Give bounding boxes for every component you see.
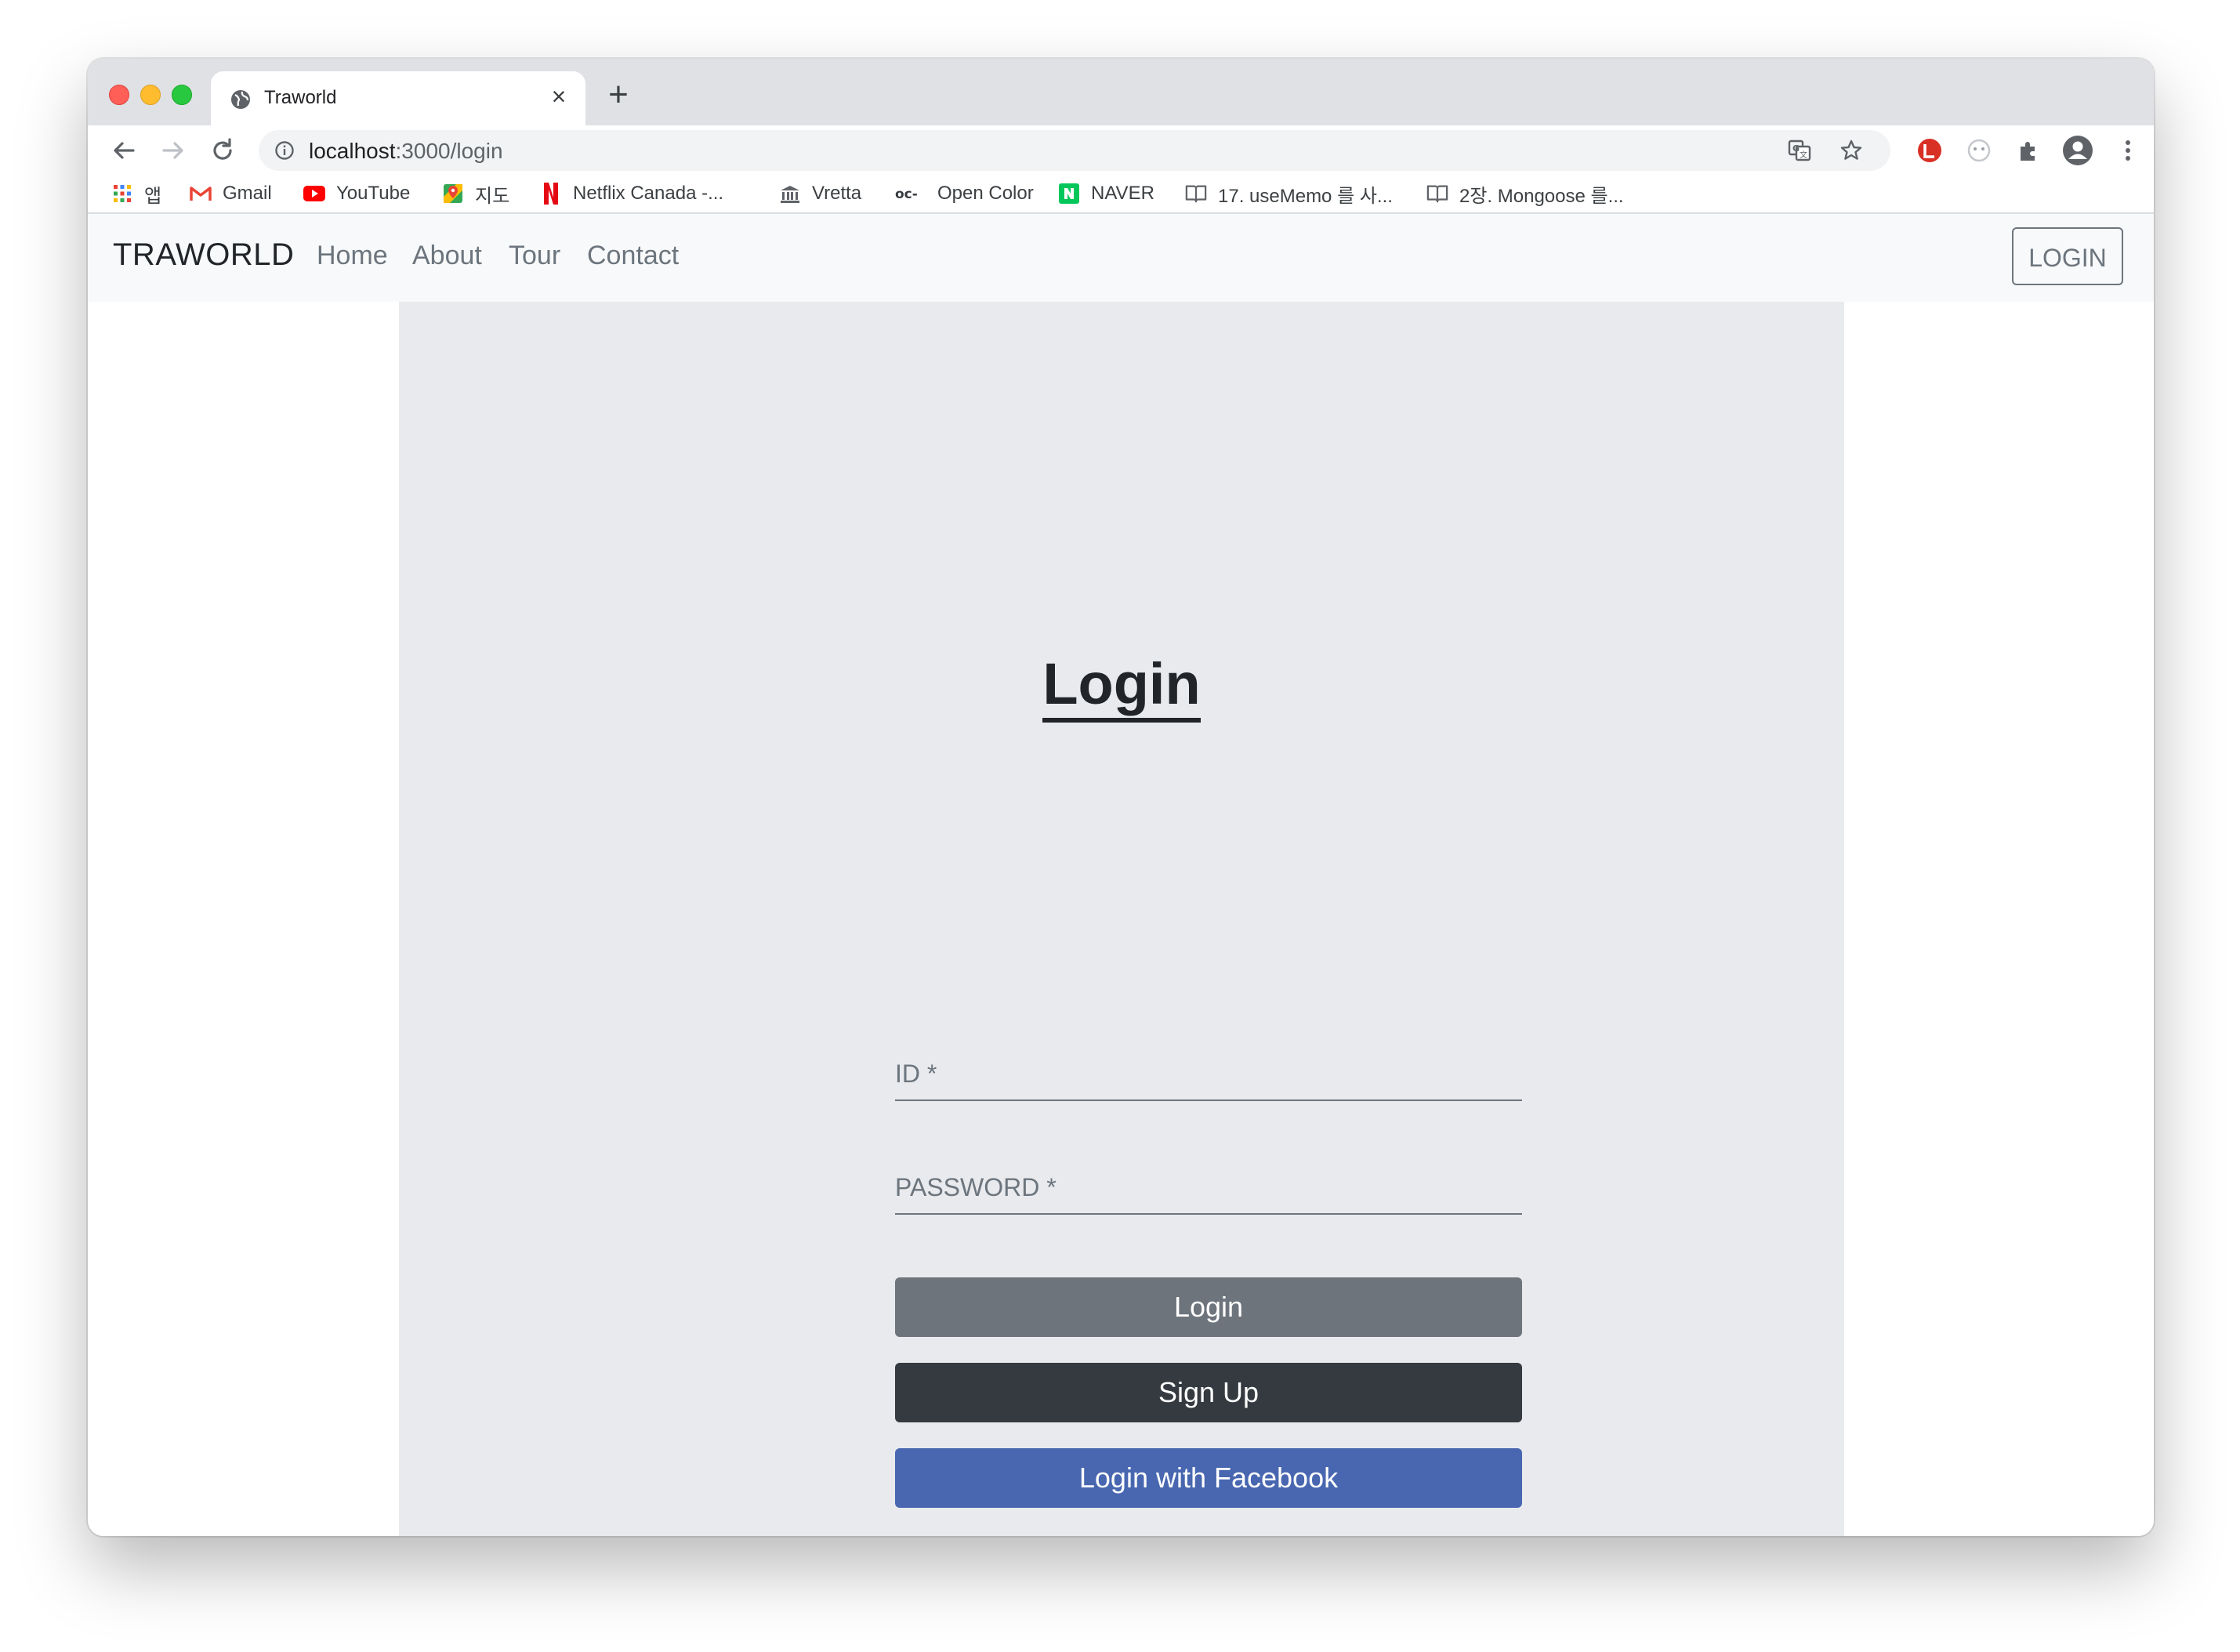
translate-icon[interactable]: G 文 bbox=[1787, 138, 1812, 163]
brand-logo[interactable]: TRAWORLD bbox=[113, 237, 294, 273]
svg-text:文: 文 bbox=[1800, 150, 1807, 160]
close-window-button[interactable] bbox=[109, 85, 129, 105]
bookmark-netflix[interactable]: Netflix Canada -... bbox=[540, 179, 723, 208]
bookmark-youtube[interactable]: YouTube bbox=[303, 179, 410, 208]
password-field-label: PASSWORD * bbox=[895, 1173, 1057, 1201]
bookmark-label: Netflix Canada -... bbox=[573, 183, 724, 204]
bank-icon bbox=[779, 183, 801, 205]
open-color-icon: oc- bbox=[895, 183, 926, 205]
bookmark-mongoose[interactable]: 2장. Mongoose 를... bbox=[1426, 179, 1624, 208]
apps-grid-icon bbox=[111, 183, 133, 205]
maps-icon bbox=[442, 183, 464, 205]
bookmark-label: YouTube bbox=[336, 183, 411, 204]
bookmark-label: Gmail bbox=[223, 183, 272, 204]
nav-link-contact[interactable]: Contact bbox=[587, 241, 679, 271]
profile-avatar-icon[interactable] bbox=[2061, 133, 2095, 168]
forward-arrow-icon[interactable] bbox=[156, 133, 190, 168]
info-icon[interactable] bbox=[274, 140, 295, 161]
bookmark-label: Vretta bbox=[812, 183, 862, 204]
address-bar[interactable]: localhost:3000/login G 文 bbox=[259, 130, 1890, 171]
bookmark-vretta[interactable]: Vretta bbox=[779, 179, 861, 208]
reload-icon[interactable] bbox=[205, 133, 240, 168]
url-text: localhost:3000/login bbox=[309, 139, 503, 163]
id-field[interactable]: ID * bbox=[895, 1038, 1522, 1101]
extension-red-icon[interactable] bbox=[1912, 133, 1947, 168]
id-field-label: ID * bbox=[895, 1060, 937, 1088]
bookmark-star-icon[interactable] bbox=[1839, 138, 1864, 163]
nav-link-about[interactable]: About bbox=[412, 241, 482, 271]
password-field[interactable]: PASSWORD * bbox=[895, 1152, 1522, 1215]
bookmark-naver[interactable]: NAVER bbox=[1058, 179, 1154, 208]
naver-icon bbox=[1058, 183, 1080, 205]
book-icon bbox=[1185, 183, 1207, 205]
nav-link-home[interactable]: Home bbox=[317, 241, 388, 271]
bookmark-open-color[interactable]: oc- Open Color bbox=[895, 179, 1034, 208]
nav-link-tour[interactable]: Tour bbox=[509, 241, 560, 271]
minimize-window-button[interactable] bbox=[140, 85, 161, 105]
more-menu-icon[interactable] bbox=[2111, 133, 2145, 168]
close-tab-icon[interactable]: × bbox=[545, 82, 573, 110]
tab-strip: Traworld × + bbox=[88, 59, 2154, 125]
new-tab-icon[interactable]: + bbox=[601, 78, 636, 114]
navbar-login-button[interactable]: LOGIN bbox=[2012, 227, 2123, 285]
bookmark-label: 앱 bbox=[144, 185, 162, 207]
signup-button[interactable]: Sign Up bbox=[895, 1363, 1522, 1422]
bookmark-label: 지도 bbox=[475, 185, 510, 207]
browser-toolbar: localhost:3000/login G 文 bbox=[88, 125, 2154, 175]
netflix-icon bbox=[540, 183, 562, 205]
bookmark-label: Open Color bbox=[937, 183, 1034, 204]
browser-window: Traworld × + localhost:3000/login G 文 앱 … bbox=[88, 59, 2154, 1536]
bookmark-maps[interactable]: 지도 bbox=[442, 179, 509, 208]
bookmark-gmail[interactable]: Gmail bbox=[190, 179, 272, 208]
globe-icon bbox=[231, 90, 250, 109]
bookmark-label: 17. useMemo 를 사... bbox=[1218, 185, 1393, 207]
bookmark-label: 2장. Mongoose 를... bbox=[1459, 185, 1624, 207]
bookmarks-bar: 앱 Gmail YouTube 지도 Netflix Canada -... V… bbox=[88, 175, 2154, 214]
youtube-icon bbox=[303, 183, 325, 205]
bookmark-apps[interactable]: 앱 bbox=[111, 179, 161, 208]
maximize-window-button[interactable] bbox=[172, 85, 192, 105]
browser-tab[interactable]: Traworld × bbox=[211, 71, 585, 125]
login-heading: Login bbox=[399, 650, 1844, 723]
gmail-icon bbox=[190, 183, 212, 205]
login-submit-button[interactable]: Login bbox=[895, 1277, 1522, 1337]
site-navbar: TRAWORLD Home About Tour Contact LOGIN bbox=[88, 214, 2154, 302]
login-panel: Login ID * PASSWORD * Login Sign Up Logi… bbox=[399, 302, 1844, 1536]
book-icon bbox=[1426, 183, 1448, 205]
page-content: TRAWORLD Home About Tour Contact LOGIN L… bbox=[88, 214, 2154, 1536]
bookmark-usememo[interactable]: 17. useMemo 를 사... bbox=[1185, 179, 1393, 208]
extension-face-icon[interactable] bbox=[1962, 133, 1996, 168]
svg-text:oc-: oc- bbox=[895, 187, 918, 201]
extensions-puzzle-icon[interactable] bbox=[2012, 133, 2046, 168]
bookmark-label: NAVER bbox=[1091, 183, 1154, 204]
svg-text:G: G bbox=[1792, 143, 1800, 154]
facebook-login-button[interactable]: Login with Facebook bbox=[895, 1448, 1522, 1508]
back-arrow-icon[interactable] bbox=[107, 133, 141, 168]
tab-title: Traworld bbox=[264, 87, 337, 108]
